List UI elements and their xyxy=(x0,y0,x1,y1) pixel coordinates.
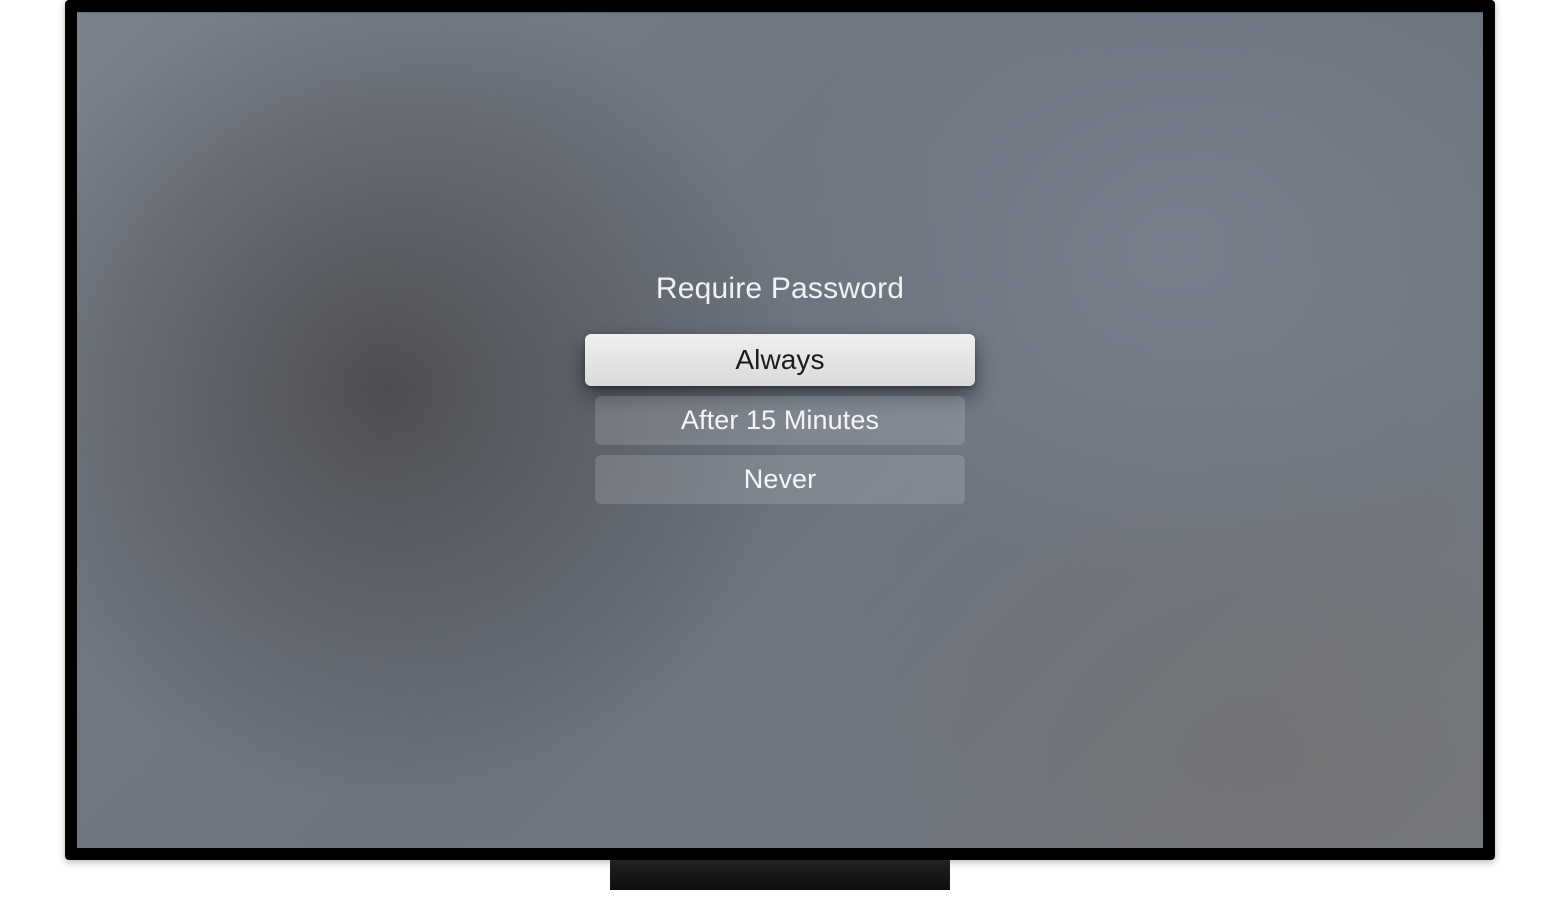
require-password-menu: Require Password Always After 15 Minutes… xyxy=(595,272,965,848)
option-after-15-minutes[interactable]: After 15 Minutes xyxy=(595,396,965,445)
option-list: Always After 15 Minutes Never xyxy=(595,334,965,504)
option-label: Always xyxy=(735,344,824,376)
menu-title: Require Password xyxy=(656,272,904,306)
tv-screen: Require Password Always After 15 Minutes… xyxy=(77,12,1483,848)
tv-frame: Require Password Always After 15 Minutes… xyxy=(65,0,1495,860)
option-never[interactable]: Never xyxy=(595,455,965,504)
option-always[interactable]: Always xyxy=(585,334,975,386)
tv-stand xyxy=(610,858,950,890)
option-label: Never xyxy=(744,464,817,495)
option-label: After 15 Minutes xyxy=(681,405,879,436)
